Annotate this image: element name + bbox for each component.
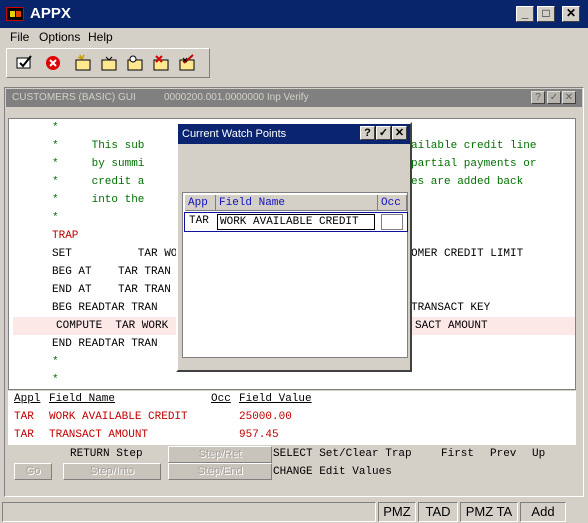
watch-row-value[interactable]: 957.45 xyxy=(239,429,279,441)
code-text: TAR TRAN xyxy=(104,266,171,278)
app-icon[interactable] xyxy=(6,7,24,21)
watch-col-value: Field Value xyxy=(239,393,312,405)
watch-values-panel: Appl Field Name Occ Field Value TAR WORK… xyxy=(8,391,576,445)
dialog-close-button[interactable]: ✕ xyxy=(392,126,407,140)
minimize-button[interactable]: _ xyxy=(516,6,534,22)
inner-window-title: CUSTOMERS (BASIC) GUI xyxy=(12,92,136,103)
watch-col-field: Field Name xyxy=(49,393,116,405)
status-pmz: PMZ xyxy=(378,502,416,522)
menu-file[interactable]: File xyxy=(10,30,29,44)
edit-icon[interactable] xyxy=(177,54,197,72)
code-keyword: * xyxy=(52,212,59,224)
open-icon[interactable] xyxy=(99,54,119,72)
window-title: APPX xyxy=(30,5,71,22)
code-keyword: BEG AT xyxy=(52,266,92,278)
code-text-right: ailable credit line xyxy=(411,140,537,152)
watch-point-field[interactable]: WORK AVAILABLE CREDIT xyxy=(217,214,375,230)
code-text: by summi xyxy=(58,158,145,170)
watch-col-occ: Occ xyxy=(211,393,231,405)
inner-help-button[interactable]: ? xyxy=(531,91,545,104)
code-keyword: TRAP xyxy=(52,230,79,242)
prev-label[interactable]: Prev xyxy=(490,448,516,460)
actions-panel: RETURN Step Step/Ret SELECT Set/Clear Tr… xyxy=(8,446,576,482)
code-text-right: SACT AMOUNT xyxy=(415,320,488,332)
dialog-help-button[interactable]: ? xyxy=(360,126,375,140)
status-mode: Add xyxy=(520,502,566,522)
toolbar xyxy=(6,48,210,78)
status-bar: PMZ TAD PMZ TA Add xyxy=(0,500,588,523)
change-values-label[interactable]: CHANGE Edit Values xyxy=(273,466,392,478)
code-keyword: SET xyxy=(52,248,72,260)
menu-help[interactable]: Help xyxy=(88,30,113,44)
inner-window-titlebar: CUSTOMERS (BASIC) GUI 0000200.001.000000… xyxy=(6,89,582,107)
code-text: TAR WORK xyxy=(108,320,169,332)
step-end-button[interactable]: Step/End xyxy=(168,463,272,480)
return-step-label[interactable]: RETURN Step xyxy=(70,448,143,460)
code-text-right: OMER CREDIT LIMIT xyxy=(411,248,524,260)
up-label[interactable]: Up xyxy=(532,448,545,460)
close-button[interactable]: ✕ xyxy=(562,6,580,22)
dialog-title: Current Watch Points xyxy=(182,128,287,140)
select-trap-label[interactable]: SELECT Set/Clear Trap xyxy=(273,448,412,460)
menu-bar: File Options Help xyxy=(0,28,588,46)
new-icon[interactable] xyxy=(73,54,93,72)
watch-point-row[interactable]: TAR WORK AVAILABLE CREDIT xyxy=(184,212,408,232)
code-text: This sub xyxy=(58,140,145,152)
step-ret-button[interactable]: Step/Ret xyxy=(168,446,272,463)
code-keyword: * xyxy=(52,374,59,386)
code-text: TAR TRAN xyxy=(104,338,158,350)
code-text-right: TRANSACT KEY xyxy=(411,302,491,314)
code-text-right: es are added back xyxy=(411,176,524,188)
find-icon[interactable] xyxy=(125,54,145,72)
status-tad: TAD xyxy=(418,502,458,522)
watch-row-value[interactable]: 25000.00 xyxy=(239,411,292,423)
code-keyword: * xyxy=(52,122,59,134)
watch-point-app: TAR xyxy=(189,215,209,227)
title-bar: APPX _ □ ✕ xyxy=(0,0,588,28)
maximize-button[interactable]: □ xyxy=(537,6,555,22)
watch-col-appl: Appl xyxy=(14,393,41,405)
code-text: TAR TRAN xyxy=(104,302,158,314)
status-pmz-ta: PMZ TA xyxy=(460,502,518,522)
code-text: credit a xyxy=(58,176,145,188)
menu-options[interactable]: Options xyxy=(39,30,80,44)
confirm-icon[interactable] xyxy=(15,54,35,72)
cancel-icon[interactable] xyxy=(43,54,63,72)
watch-point-occ[interactable] xyxy=(381,214,403,230)
watch-row-appl: TAR xyxy=(14,429,34,441)
status-message xyxy=(2,502,376,522)
grid-col-app: App xyxy=(185,195,216,211)
grid-col-field: Field Name xyxy=(216,195,378,211)
code-keyword: END READ xyxy=(52,338,105,350)
code-keyword: * xyxy=(52,356,59,368)
code-text: TAR TRAN xyxy=(104,284,171,296)
inner-window-info: 0000200.001.0000000 Inp Verify xyxy=(164,92,309,103)
delete-icon[interactable] xyxy=(151,54,171,72)
go-button[interactable]: Go xyxy=(14,463,52,480)
inner-ok-button[interactable]: ✓ xyxy=(547,91,561,104)
code-keyword: END AT xyxy=(52,284,92,296)
watch-row-field: WORK AVAILABLE CREDIT xyxy=(49,411,188,423)
code-keyword: COMPUTE xyxy=(56,320,103,332)
grid-col-occ: Occ xyxy=(378,195,407,211)
watch-points-grid: App Field Name Occ TAR WORK AVAILABLE CR… xyxy=(182,192,408,358)
step-into-button[interactable]: Step/Into xyxy=(63,463,161,480)
watch-row-appl: TAR xyxy=(14,411,34,423)
code-text: into the xyxy=(58,194,145,206)
inner-close-button[interactable]: ✕ xyxy=(562,91,576,104)
watch-points-dialog: Current Watch Points ? ✓ ✕ App Field Nam… xyxy=(176,122,412,372)
dialog-titlebar: Current Watch Points ? ✓ ✕ xyxy=(178,124,410,144)
code-text-right: partial payments or xyxy=(411,158,537,170)
dialog-ok-button[interactable]: ✓ xyxy=(376,126,391,140)
watch-row-field: TRANSACT AMOUNT xyxy=(49,429,149,441)
code-keyword: BEG READ xyxy=(52,302,105,314)
first-label[interactable]: First xyxy=(441,448,474,460)
